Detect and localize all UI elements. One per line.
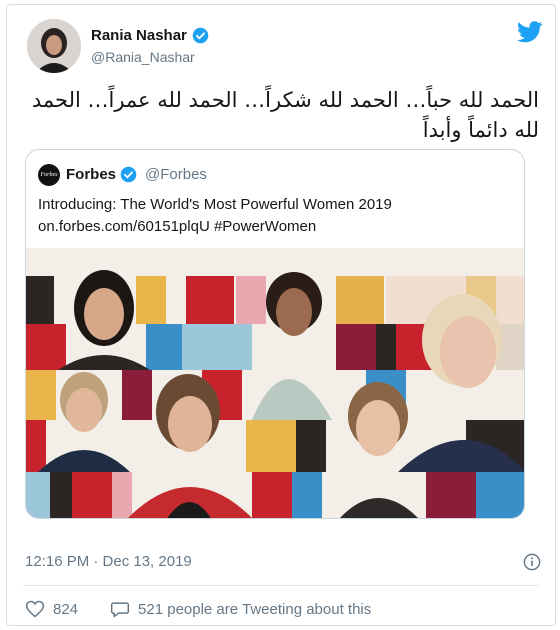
quoted-link[interactable]: on.forbes.com/60151plqU #PowerWomen [38, 216, 392, 238]
quoted-author-name[interactable]: Forbes [66, 166, 116, 183]
author-handle[interactable]: @Rania_Nashar [91, 49, 195, 65]
heart-icon[interactable] [25, 599, 45, 619]
quoted-author[interactable]: Forbes @Forbes [66, 166, 207, 183]
tweet-actions: 824 521 people are Tweeting about this [25, 599, 371, 619]
quoted-text: Introducing: The World's Most Powerful W… [38, 194, 392, 238]
tweeting-about-text: 521 people are Tweeting about this [138, 600, 372, 618]
speech-bubble-icon[interactable] [110, 599, 130, 619]
tweet-text: الحمد لله حباً… الحمد لله شكراً… الحمد ل… [31, 88, 539, 142]
author-name[interactable]: Rania Nashar [91, 27, 187, 44]
author-display-name[interactable]: Rania Nashar [91, 27, 209, 44]
twitter-bird-icon[interactable] [517, 21, 543, 43]
quoted-author-handle[interactable]: @Forbes [145, 166, 207, 183]
forbes-logo[interactable]: Forbes [38, 164, 60, 186]
quoted-text-line1: Introducing: The World's Most Powerful W… [38, 196, 392, 213]
conversation-link[interactable]: 521 people are Tweeting about this [110, 599, 371, 619]
info-icon[interactable] [523, 553, 541, 571]
quoted-tweet[interactable]: Forbes Forbes @Forbes Introducing: The W… [25, 149, 525, 519]
verified-badge-icon [120, 166, 137, 183]
verified-badge-icon [192, 27, 209, 44]
like-button[interactable]: 824 [25, 599, 78, 619]
tweet-card: Rania Nashar @Rania_Nashar الحمد لله حبا… [6, 4, 556, 626]
author-avatar[interactable] [27, 19, 81, 73]
quoted-media-image[interactable] [26, 248, 525, 519]
like-count: 824 [53, 600, 79, 618]
divider [23, 585, 539, 586]
tweet-timestamp[interactable]: 12:16 PM · Dec 13, 2019 [25, 553, 192, 570]
